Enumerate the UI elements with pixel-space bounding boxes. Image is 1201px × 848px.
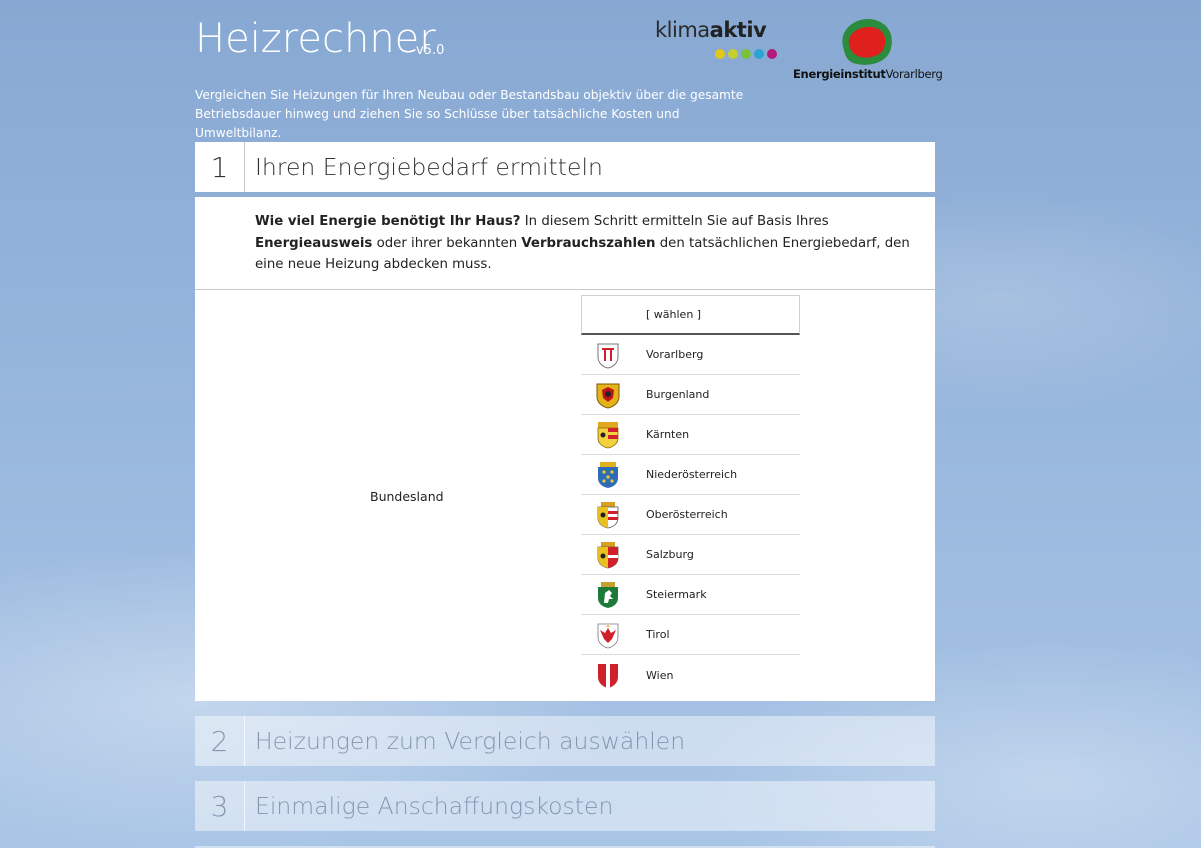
app-title: Heizrechner — [195, 16, 436, 62]
logo-dot — [767, 49, 777, 59]
burgenland-crest-icon — [596, 383, 620, 409]
step-1-header[interactable]: 1 Ihren Energiebedarf ermitteln — [195, 142, 935, 192]
option-label: Tirol — [646, 628, 670, 641]
option-label: Oberösterreich — [646, 508, 728, 521]
step-2-header[interactable]: 2 Heizungen zum Vergleich auswählen — [195, 716, 935, 766]
logo-dot — [741, 49, 751, 59]
option-label: Salzburg — [646, 548, 694, 561]
dropdown-option-burgenland[interactable]: Burgenland — [581, 375, 800, 415]
option-label: Burgenland — [646, 388, 710, 401]
dropdown-option-salzburg[interactable]: Salzburg — [581, 535, 800, 575]
energieinstitut-wordmark: EnergieinstitutVorarlberg — [793, 67, 943, 81]
kaernten-crest-icon — [597, 422, 619, 449]
bundesland-label: Bundesland — [370, 489, 444, 504]
step-3-header[interactable]: 3 Einmalige Anschaffungskosten — [195, 781, 935, 831]
logo-dot — [754, 49, 764, 59]
option-label: Steiermark — [646, 588, 707, 601]
bundesland-dropdown[interactable]: [ wählen ] Vorarlberg Burgenland Kärnten… — [581, 295, 800, 695]
option-label: Niederösterreich — [646, 468, 738, 481]
option-label: Kärnten — [646, 428, 690, 441]
oberoesterreich-crest-icon — [597, 502, 619, 529]
vorarlberg-crest-icon — [597, 343, 619, 369]
tirol-crest-icon — [597, 623, 619, 649]
step-number: 1 — [195, 142, 245, 192]
dropdown-option-tirol[interactable]: Tirol — [581, 615, 800, 655]
logo-dot — [715, 49, 725, 59]
klimaaktiv-logo[interactable]: klimaaktiv — [655, 18, 790, 66]
step-title: Ihren Energiebedarf ermitteln — [255, 153, 603, 181]
dropdown-option-wien[interactable]: Wien — [581, 655, 800, 695]
version-label: v5.0 — [416, 43, 445, 58]
step-number: 3 — [195, 781, 245, 831]
step-1-description: Wie viel Energie benötigt Ihr Haus? In d… — [255, 214, 910, 272]
dropdown-option-oberoesterreich[interactable]: Oberösterreich — [581, 495, 800, 535]
niederoesterreich-crest-icon — [598, 462, 618, 488]
step-number: 2 — [195, 716, 245, 766]
logo-dot — [728, 49, 738, 59]
step-title: Einmalige Anschaffungskosten — [255, 792, 614, 820]
klimaaktiv-dots — [715, 49, 777, 59]
dropdown-selected-value[interactable]: [ wählen ] — [581, 295, 800, 335]
option-label: Vorarlberg — [646, 348, 704, 361]
energieinstitut-emblem-icon — [842, 18, 892, 65]
dropdown-option-vorarlberg[interactable]: Vorarlberg — [581, 335, 800, 375]
step-title: Heizungen zum Vergleich auswählen — [255, 727, 686, 755]
wien-crest-icon — [598, 664, 618, 688]
option-label: Wien — [646, 668, 674, 682]
divider — [195, 289, 935, 290]
steiermark-crest-icon — [598, 582, 618, 608]
dropdown-option-kaernten[interactable]: Kärnten — [581, 415, 800, 455]
step-1-panel: Wie viel Energie benötigt Ihr Haus? In d… — [195, 197, 935, 701]
dropdown-option-niederoesterreich[interactable]: Niederösterreich — [581, 455, 800, 495]
intro-text: Vergleichen Sie Heizungen für Ihren Neub… — [195, 88, 744, 140]
dropdown-option-steiermark[interactable]: Steiermark — [581, 575, 800, 615]
klimaaktiv-wordmark: klimaaktiv — [655, 18, 767, 42]
salzburg-crest-icon — [597, 542, 619, 569]
energieinstitut-logo[interactable]: EnergieinstitutVorarlberg — [793, 16, 943, 86]
